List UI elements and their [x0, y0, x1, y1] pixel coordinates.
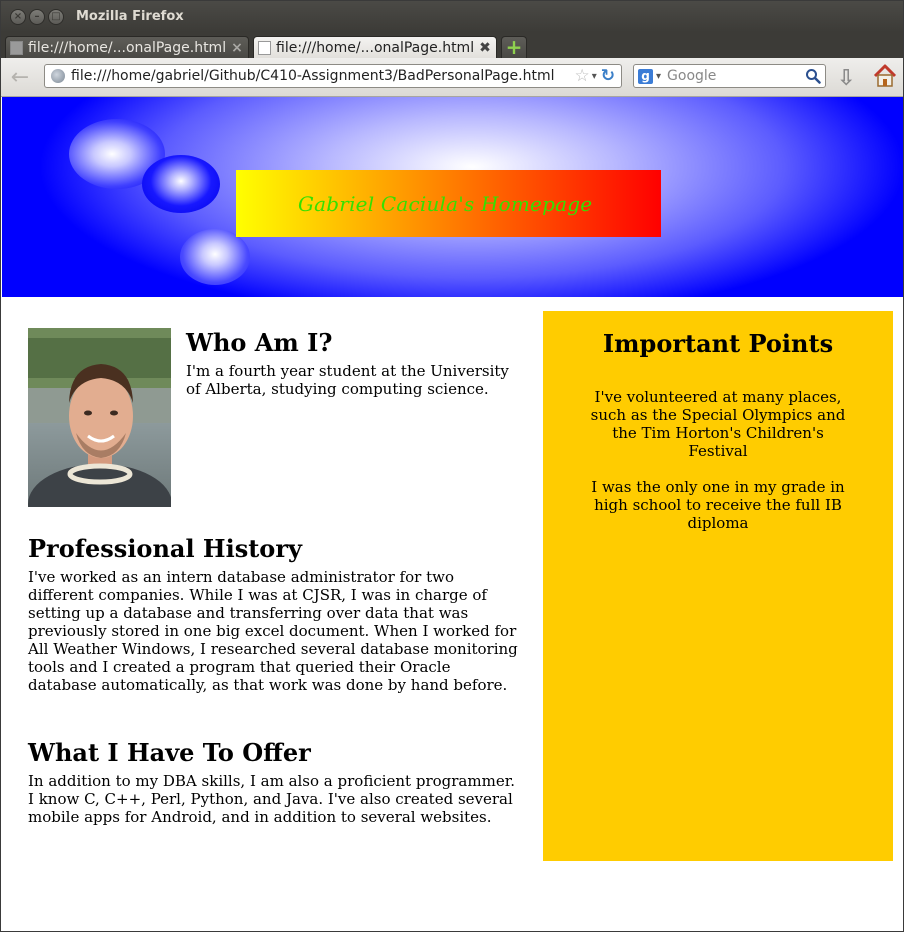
- who-am-i-heading: Who Am I?: [186, 328, 333, 357]
- search-icon[interactable]: [805, 68, 821, 84]
- banner: Gabriel Caciula's Homepage: [2, 97, 903, 297]
- decorative-bubble: [180, 229, 250, 285]
- search-bar[interactable]: g ▾ Google: [633, 64, 826, 88]
- decorative-bubble: [142, 155, 220, 213]
- search-engine-dropdown-icon[interactable]: ▾: [656, 71, 661, 82]
- what-i-offer-heading: What I Have To Offer: [28, 738, 311, 767]
- back-button[interactable]: ←: [7, 65, 33, 90]
- professional-history-heading: Professional History: [28, 534, 302, 563]
- tab-2[interactable]: file:///home/...onalPage.html ✖: [253, 36, 497, 58]
- tab-label: file:///home/...onalPage.html: [276, 39, 475, 56]
- close-tab-icon[interactable]: ×: [230, 40, 244, 56]
- window-title: Mozilla Firefox: [76, 9, 184, 24]
- url-text[interactable]: file:///home/gabriel/Github/C410-Assignm…: [71, 68, 574, 84]
- important-point: I was the only one in my grade in high s…: [591, 478, 845, 532]
- tab-strip: file:///home/...onalPage.html × file:///…: [1, 32, 903, 58]
- google-icon[interactable]: g: [638, 68, 653, 84]
- professional-history-section: Professional History I've worked as an i…: [28, 534, 518, 694]
- home-icon[interactable]: [872, 63, 898, 89]
- search-input[interactable]: Google: [667, 68, 805, 84]
- page-title: Gabriel Caciula's Homepage: [298, 191, 593, 216]
- window-controls: × – □: [10, 8, 64, 25]
- reload-icon[interactable]: ↻: [601, 66, 615, 86]
- navigation-bar: ← file:///home/gabriel/Github/C410-Assig…: [1, 58, 903, 97]
- banner-title-box: Gabriel Caciula's Homepage: [236, 170, 661, 237]
- important-points-heading: Important Points: [602, 329, 834, 358]
- minimize-window-button[interactable]: –: [29, 8, 45, 25]
- profile-photo: [28, 328, 171, 507]
- who-am-i-section: Who Am I? I'm a fourth year student at t…: [186, 328, 526, 398]
- new-tab-button[interactable]: +: [501, 36, 527, 58]
- page-content: Gabriel Caciula's Homepage Who Am I? I'm…: [2, 97, 903, 931]
- tab-1[interactable]: file:///home/...onalPage.html ×: [5, 36, 249, 58]
- page-icon: [10, 40, 23, 55]
- url-bar[interactable]: file:///home/gabriel/Github/C410-Assignm…: [44, 64, 622, 88]
- close-window-button[interactable]: ×: [10, 8, 26, 25]
- title-bar: × – □ Mozilla Firefox: [1, 1, 903, 32]
- who-am-i-text: I'm a fourth year student at the Univers…: [186, 362, 509, 398]
- url-dropdown-icon[interactable]: ▾: [592, 71, 597, 82]
- close-tab-icon[interactable]: ✖: [478, 40, 492, 56]
- globe-icon: [51, 69, 65, 83]
- tab-label: file:///home/...onalPage.html: [28, 39, 227, 56]
- what-i-offer-section: What I Have To Offer In addition to my D…: [28, 738, 518, 826]
- important-point: I've volunteered at many places, such as…: [590, 388, 846, 460]
- page-icon: [258, 40, 271, 55]
- maximize-window-button[interactable]: □: [48, 8, 64, 25]
- what-i-offer-text: In addition to my DBA skills, I am also …: [28, 772, 515, 826]
- professional-history-text: I've worked as an intern database admini…: [28, 568, 518, 694]
- download-icon[interactable]: ⇩: [837, 66, 855, 91]
- bookmark-star-icon[interactable]: ☆: [574, 66, 589, 86]
- browser-window: × – □ Mozilla Firefox file:///home/...on…: [0, 0, 904, 932]
- important-points-sidebar: Important Points I've volunteered at man…: [543, 311, 893, 861]
